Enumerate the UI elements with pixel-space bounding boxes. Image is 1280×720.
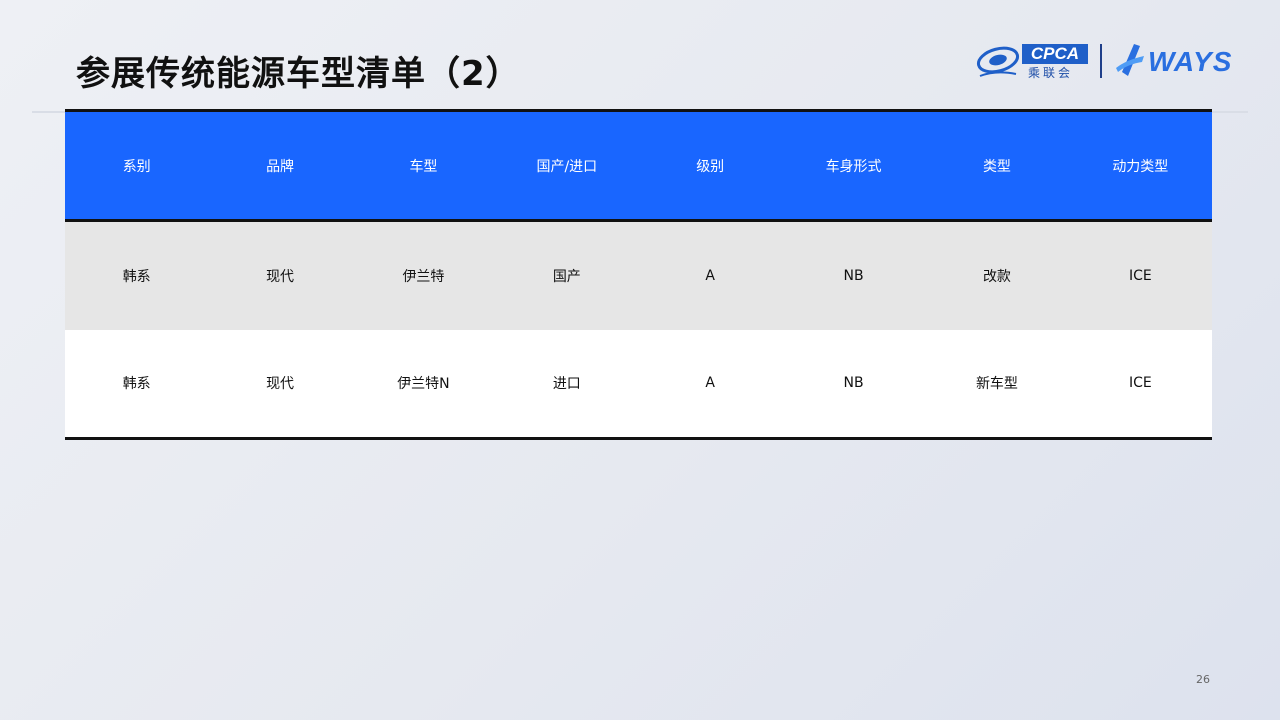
header-cell: 系别 [65, 109, 209, 222]
table-cell: 韩系 [122, 268, 151, 285]
table-cell: 改款 [982, 268, 1011, 285]
header-cell: 品牌 [208, 109, 352, 222]
table-row: 韩系 现代 伊兰特 国产 A NB 改款 ICE [65, 220, 1212, 330]
cpca-emblem-icon [976, 46, 1020, 77]
cpca-logo-subtitle: 乘联会 [1028, 66, 1074, 80]
header-cell: 车型 [351, 109, 496, 222]
table-cell: ICE [1068, 329, 1212, 440]
header-cell: 国产/进口 [495, 109, 639, 222]
header-logos: CPCA 乘联会 WAYS [976, 42, 1236, 82]
table-row: 韩系 现代 伊兰特N 进口 A NB 新车型 ICE [65, 329, 1212, 440]
header-cell: 动力类型 [1068, 109, 1212, 222]
page-number: 26 [1196, 673, 1210, 686]
table-header-row: 系别 品牌 车型 国产/进口 级别 车身形式 类型 动力类型 [65, 109, 1212, 222]
ways-logo-text: WAYS [1148, 46, 1233, 77]
header-cell: 类型 [925, 109, 1069, 222]
table-cell: NB [781, 329, 926, 440]
table-cell: A [638, 329, 782, 440]
logo-divider [1100, 44, 1102, 78]
header-cell: 车身形式 [781, 109, 926, 222]
table-cell: 现代 [208, 329, 352, 440]
table-cell: 进口 [495, 329, 639, 440]
table-cell: A [705, 267, 715, 284]
header-cell: 级别 [638, 109, 782, 222]
table-cell: 新车型 [925, 329, 1069, 440]
vehicle-list-table: 系别 品牌 车型 国产/进口 级别 车身形式 类型 动力类型 韩系 现代 伊兰特… [65, 109, 1212, 440]
table-cell: 伊兰特N [351, 329, 496, 440]
table-cell: ICE [1128, 267, 1152, 284]
page-title: 参展传统能源车型清单（2） [76, 54, 521, 94]
table-cell: NB [843, 267, 864, 284]
ways-mark-icon [1116, 44, 1144, 76]
table-cell: 国产 [552, 268, 581, 285]
cpca-logo-text: CPCA [1022, 44, 1088, 64]
table-cell: 韩系 [65, 329, 209, 440]
table-cell: 伊兰特 [402, 268, 445, 285]
table-cell: 现代 [266, 268, 295, 285]
